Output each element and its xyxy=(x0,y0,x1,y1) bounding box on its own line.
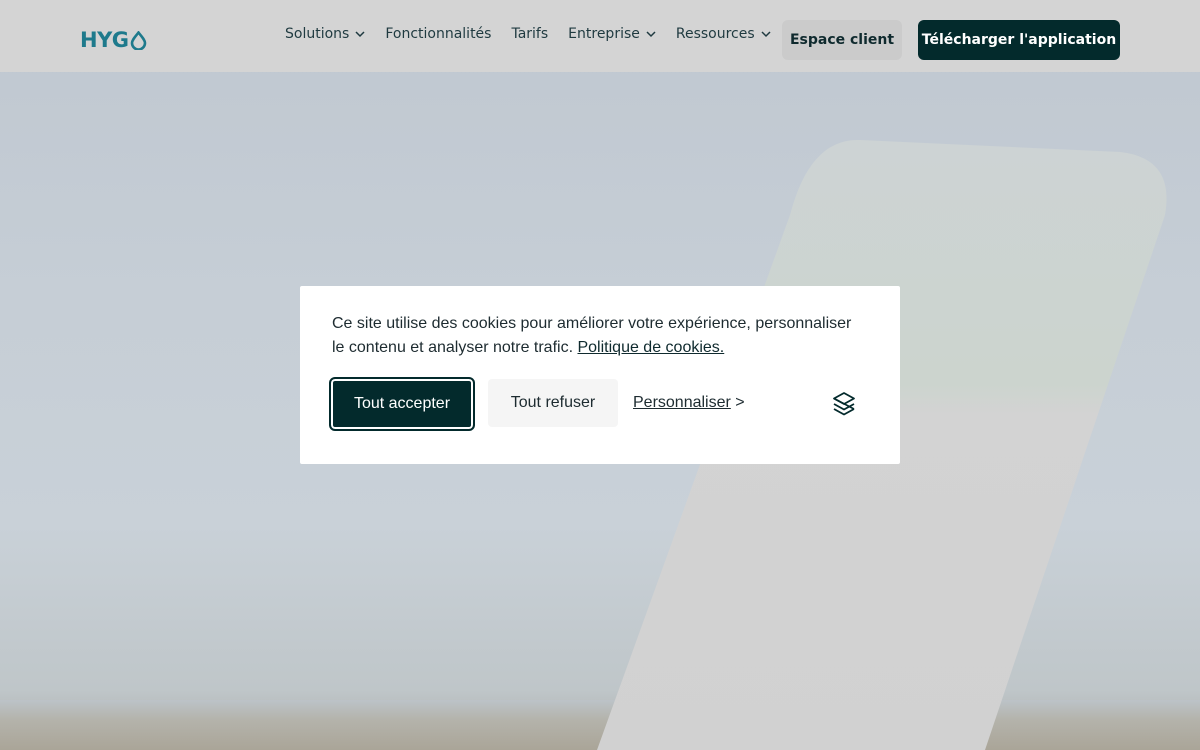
nav-item-ressources[interactable]: Ressources xyxy=(676,26,771,42)
cookie-policy-link[interactable]: Politique de cookies. xyxy=(577,339,724,356)
nav-label: Ressources xyxy=(675,26,755,42)
personalize-arrow: > xyxy=(735,394,745,411)
nav-item-fonctionnalites[interactable]: Fonctionnalités xyxy=(385,26,491,42)
hygo-logo[interactable]: HYG xyxy=(80,27,147,53)
cookie-consent-dialog: Ce site utilise des cookies pour amélior… xyxy=(300,286,900,464)
chevron-down-icon xyxy=(355,31,365,38)
stacked-layers-icon xyxy=(833,392,855,416)
personalize-label: Personnaliser xyxy=(633,394,731,411)
nav-label: Tarifs xyxy=(511,26,549,42)
chevron-down-icon xyxy=(761,31,771,38)
main-nav: Solutions Fonctionnalités Tarifs Entrepr… xyxy=(285,26,771,42)
client-area-button[interactable]: Espace client xyxy=(782,20,902,60)
logo-text: HYG xyxy=(80,28,129,52)
accept-all-button[interactable]: Tout accepter xyxy=(329,377,475,431)
personalize-button[interactable]: Personnaliser > xyxy=(633,394,745,412)
water-drop-icon xyxy=(130,30,146,50)
top-navbar: HYG Solutions Fonctionnalités Tarifs Ent… xyxy=(0,0,1200,72)
nav-label: Solutions xyxy=(285,26,350,42)
chevron-down-icon xyxy=(646,31,656,38)
nav-label: Entreprise xyxy=(568,26,640,42)
refuse-all-button[interactable]: Tout refuser xyxy=(488,379,618,427)
nav-label: Fonctionnalités xyxy=(385,26,492,42)
nav-item-solutions[interactable]: Solutions xyxy=(285,26,365,42)
cookie-message: Ce site utilise des cookies pour amélior… xyxy=(332,312,867,360)
download-app-button[interactable]: Télécharger l'application xyxy=(918,20,1120,60)
nav-item-entreprise[interactable]: Entreprise xyxy=(568,26,656,42)
nav-item-tarifs[interactable]: Tarifs xyxy=(511,26,548,42)
